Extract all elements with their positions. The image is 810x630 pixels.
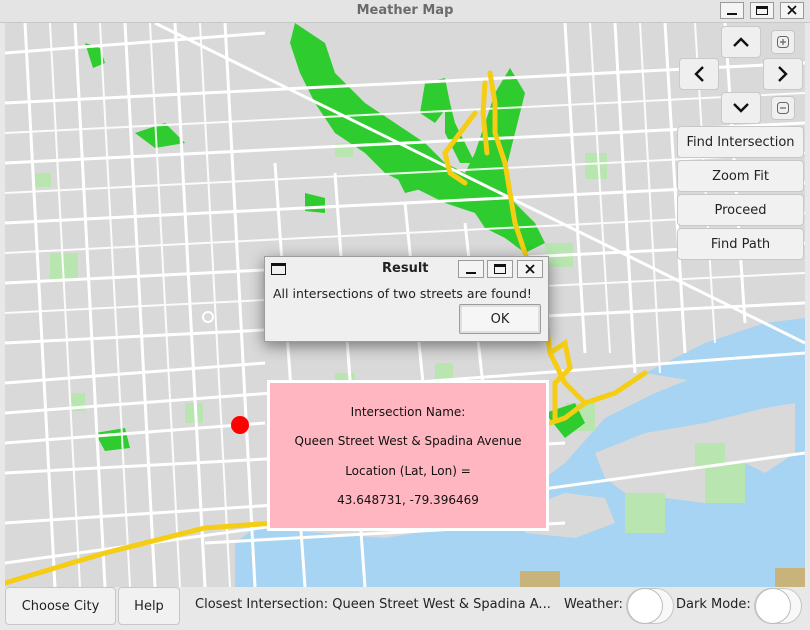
- bottom-toolbar: Choose City Help Closest Intersection: Q…: [0, 587, 810, 630]
- location-marker[interactable]: [231, 416, 249, 434]
- weather-toggle-knob: [627, 588, 663, 624]
- minimize-icon: [727, 13, 737, 15]
- close-icon: [787, 5, 797, 15]
- maximize-button[interactable]: [750, 2, 774, 19]
- proceed-button[interactable]: Proceed: [677, 194, 804, 226]
- ok-button[interactable]: OK: [459, 304, 541, 334]
- beach-sand: [520, 571, 560, 587]
- dark-mode-label: Dark Mode:: [676, 597, 751, 612]
- dialog-minimize-button[interactable]: [458, 260, 484, 278]
- maximize-icon: [756, 6, 768, 15]
- zoom-out-button[interactable]: [771, 96, 795, 120]
- pan-left-button[interactable]: [679, 58, 719, 90]
- dialog-message: All intersections of two streets are fou…: [273, 286, 532, 301]
- chevron-left-icon: [694, 66, 704, 82]
- zoom-out-icon: [777, 102, 789, 114]
- pan-right-button[interactable]: [763, 58, 803, 90]
- window-titlebar: Meather Map: [0, 0, 810, 23]
- pan-down-button[interactable]: [721, 92, 761, 124]
- chevron-up-icon: [733, 37, 749, 47]
- closest-intersection-label: Closest Intersection: Queen Street West …: [195, 597, 551, 612]
- window-title: Meather Map: [356, 3, 454, 18]
- chevron-right-icon: [778, 66, 788, 82]
- intersection-name-label: Intersection Name:: [350, 405, 466, 419]
- dialog-maximize-button[interactable]: [487, 260, 513, 278]
- intersection-info-box: Intersection Name: Queen Street West & S…: [267, 380, 549, 531]
- weather-toggle[interactable]: [626, 588, 674, 624]
- zoom-in-icon: [777, 36, 789, 48]
- maximize-icon: [494, 264, 506, 274]
- pan-up-button[interactable]: [721, 26, 761, 58]
- result-dialog: Result All intersections of two streets …: [264, 256, 549, 342]
- minimize-icon: [466, 272, 476, 274]
- choose-city-button[interactable]: Choose City: [5, 587, 116, 625]
- dialog-titlebar: Result: [265, 257, 548, 281]
- find-intersection-button[interactable]: Find Intersection: [677, 126, 804, 158]
- dark-mode-toggle[interactable]: [754, 588, 802, 624]
- intersection-name-value: Queen Street West & Spadina Avenue: [294, 434, 522, 448]
- close-icon: [525, 264, 535, 274]
- dialog-title: Result: [382, 261, 429, 276]
- chevron-down-icon: [733, 103, 749, 113]
- location-value: 43.648731, -79.396469: [337, 493, 479, 507]
- find-path-button[interactable]: Find Path: [677, 228, 804, 260]
- zoom-fit-button[interactable]: Zoom Fit: [677, 160, 804, 192]
- dark-mode-toggle-knob: [755, 588, 791, 624]
- close-button[interactable]: [780, 2, 804, 19]
- minimize-button[interactable]: [720, 2, 744, 19]
- zoom-in-button[interactable]: [771, 30, 795, 54]
- help-button[interactable]: Help: [118, 587, 180, 625]
- dialog-window-icon: [271, 263, 286, 275]
- location-label: Location (Lat, Lon) =: [345, 464, 471, 478]
- dialog-close-button[interactable]: [517, 260, 543, 278]
- weather-label: Weather:: [564, 597, 623, 612]
